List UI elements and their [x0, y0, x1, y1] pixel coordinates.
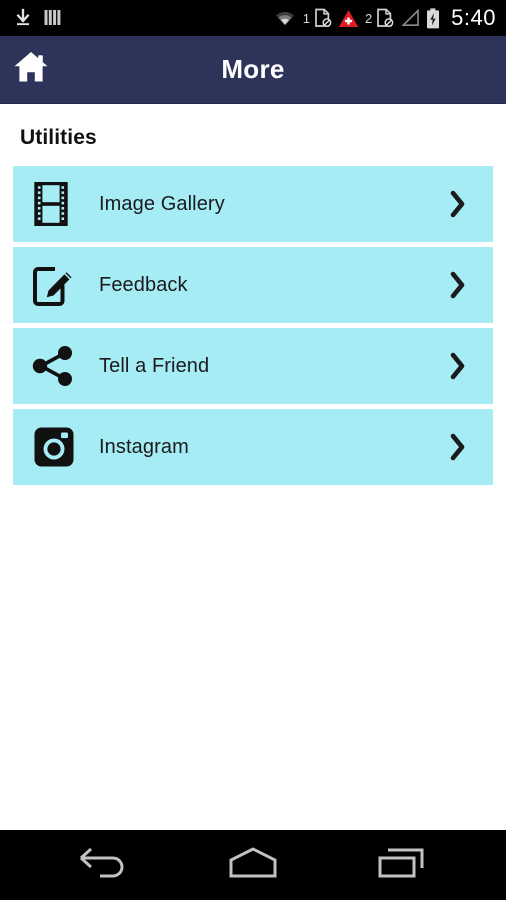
battery-charging-icon	[426, 7, 440, 29]
sim-bars-icon	[44, 9, 61, 27]
list-item-image-gallery[interactable]: Image Gallery	[13, 166, 493, 242]
signal-strength-icon	[400, 9, 420, 27]
sim2-label: 2	[364, 10, 373, 26]
edit-pencil-icon	[31, 262, 77, 308]
status-bar-right-icons: 1 2 5:40	[273, 7, 496, 29]
nav-home-button[interactable]	[208, 830, 298, 900]
share-icon	[31, 343, 77, 389]
home-icon	[13, 50, 49, 89]
chevron-right-icon	[445, 265, 471, 305]
sim1-no-service-icon	[314, 8, 332, 28]
chevron-right-icon	[445, 346, 471, 386]
nav-recents-button[interactable]	[357, 830, 447, 900]
alert-triangle-icon	[338, 9, 359, 28]
status-bar: 1 2 5:40	[0, 0, 506, 36]
list-item-instagram[interactable]: Instagram	[13, 409, 493, 485]
sim1-label: 1	[302, 10, 310, 26]
app-bar: More	[0, 36, 506, 104]
android-nav-bar	[0, 830, 506, 900]
recent-apps-icon	[376, 844, 428, 887]
instagram-camera-icon	[31, 424, 77, 470]
content-area: Utilities Image Gallery Feedback Tell a …	[0, 104, 506, 830]
home-pentagon-icon	[225, 844, 281, 887]
status-clock: 5:40	[451, 5, 496, 30]
home-button[interactable]	[0, 36, 62, 104]
list-item-feedback[interactable]: Feedback	[13, 247, 493, 323]
list-item-label: Instagram	[99, 435, 189, 458]
list-item-tell-a-friend[interactable]: Tell a Friend	[13, 328, 493, 404]
sim2-no-service-icon	[376, 8, 394, 28]
back-arrow-icon	[77, 844, 131, 887]
nav-back-button[interactable]	[59, 830, 149, 900]
page-title: More	[221, 54, 285, 84]
download-icon	[14, 8, 32, 28]
phone-screen: 1 2 5:40 More Utilities Image Gallery Fe…	[0, 0, 506, 900]
section-title-utilities: Utilities	[20, 126, 97, 149]
chevron-right-icon	[445, 184, 471, 224]
utilities-list: Image Gallery Feedback Tell a Friend Ins…	[0, 166, 506, 485]
wifi-icon	[273, 9, 297, 28]
film-strip-icon	[31, 181, 77, 227]
chevron-right-icon	[445, 427, 471, 467]
status-bar-left-icons	[14, 8, 61, 28]
list-item-label: Image Gallery	[99, 192, 225, 215]
list-item-label: Feedback	[99, 273, 188, 296]
list-item-label: Tell a Friend	[99, 354, 210, 377]
